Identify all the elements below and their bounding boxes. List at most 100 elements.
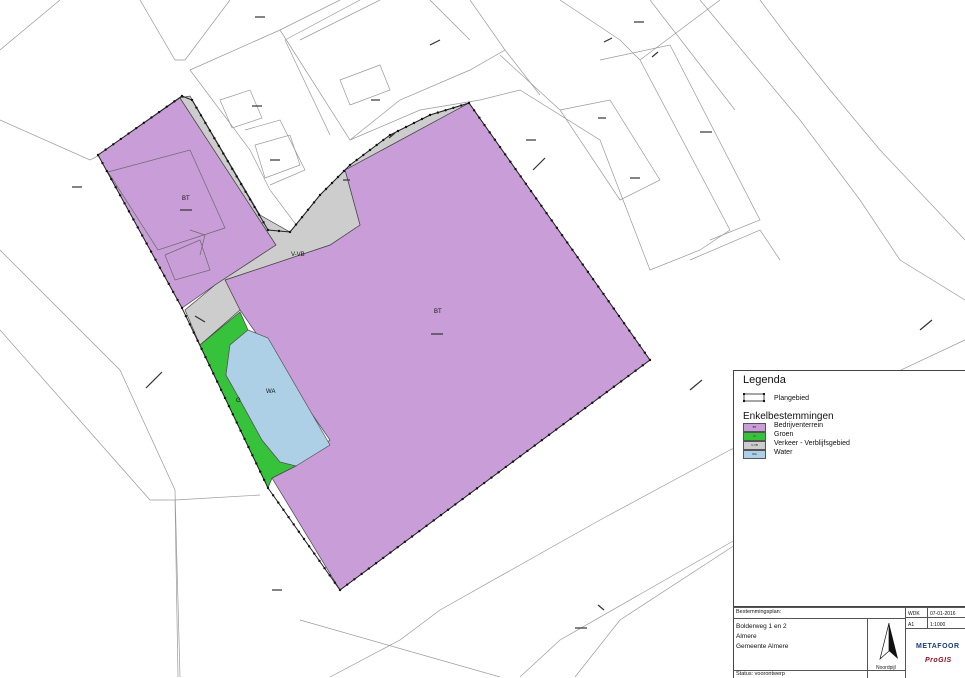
legend-item-label: Groen (774, 431, 794, 438)
boundary-vertex (136, 226, 139, 229)
boundary-vertex (483, 123, 486, 127)
boundary-vertex (114, 186, 117, 189)
legend-item-label: Bedrijventerrein (774, 422, 824, 429)
boundary-vertex (633, 336, 636, 340)
boundary-vertex (223, 396, 227, 400)
boundary-vertex (96, 153, 100, 157)
boundary-vertex (576, 256, 579, 259)
boundary-vertex (597, 285, 600, 288)
boundary-vertex (612, 307, 615, 310)
boundary-vertex (586, 270, 590, 274)
boundary-vertex (213, 137, 216, 140)
boundary-vertex (288, 230, 292, 234)
date-value: 07-01-2016 (930, 611, 956, 617)
boundary-vertex (355, 158, 358, 162)
boundary-vertex (255, 462, 258, 465)
boundary-vertex (199, 114, 203, 117)
boundary-vertex (180, 306, 184, 310)
scale-value: 1:1000 (930, 622, 946, 628)
boundary-vertex (204, 121, 207, 125)
boundary-vertex (158, 266, 162, 269)
boundary-vertex (118, 194, 122, 197)
boundary-vertex (173, 100, 176, 103)
boundary-vertex (190, 98, 194, 102)
boundary-vertex (247, 445, 250, 449)
boundary-vertex (382, 138, 385, 142)
boundary-vertex (627, 374, 630, 378)
boundary-vertex (529, 189, 533, 193)
boundary-vertex (154, 258, 157, 261)
boundary-vertex (482, 481, 486, 485)
boundary-vertex (576, 412, 580, 415)
boundary-vertex (217, 144, 221, 148)
boundary-vertex (149, 250, 153, 253)
boundary-vertex (282, 508, 285, 512)
plan-name-line2: Almere (736, 633, 757, 640)
boundary-vertex (110, 177, 113, 181)
boundary-vertex (226, 159, 229, 163)
boundary-vertex (638, 344, 641, 347)
boundary-vertex (277, 229, 281, 233)
boundary-vertex (328, 574, 331, 577)
boundary-vertex (235, 175, 238, 178)
boundary-vertex (277, 501, 280, 504)
title-block: Bestemmingsplan: Bolderweg 1 en 2 Almere… (733, 606, 965, 678)
legend-title: Legenda (743, 374, 786, 386)
boundary-vertex (643, 351, 647, 354)
boundary-vertex (368, 148, 372, 152)
boundary-vertex (454, 503, 457, 506)
boundary-vertex (478, 116, 481, 119)
boundary-vertex (475, 487, 479, 490)
boundary-vertex (292, 523, 295, 526)
boundary-vertex (362, 153, 365, 157)
boundary-vertex (404, 125, 408, 129)
boundary-vertex (231, 413, 235, 416)
boundary-vertex (192, 331, 195, 334)
boundary-vertex (526, 449, 529, 453)
boundary-vertex (353, 578, 356, 581)
boundary-vertex (439, 513, 443, 517)
boundary-vertex (251, 454, 254, 457)
plan-status: Status: voorontwerp (736, 671, 785, 677)
boundary-vertex (208, 129, 212, 132)
boundary-vertex (176, 298, 179, 302)
boundary-vertex (132, 218, 135, 221)
boundary-vertex (171, 290, 175, 294)
boundary-vertex (231, 167, 234, 171)
boundary-vertex (312, 201, 316, 204)
boundary-vertex (127, 132, 130, 135)
label-verkeer: V-VB (291, 252, 305, 258)
boundary-vertex (348, 163, 352, 167)
boundary-vertex (360, 572, 363, 576)
boundary-vertex (253, 205, 256, 209)
boundary-vertex (540, 439, 544, 442)
boundary-vertex (157, 110, 161, 114)
boundary-vertex (547, 433, 551, 437)
boundary-vertex (258, 470, 262, 473)
boundary-vertex (346, 583, 349, 586)
boundary-vertex (222, 152, 225, 155)
boundary-vertex (204, 355, 207, 359)
boundary-vertex (509, 160, 512, 163)
boundary-vertex (300, 216, 304, 219)
boundary-vertex (297, 530, 301, 533)
plan-name-line3: Gemeente Almere (736, 643, 789, 650)
boundary-vertex (562, 422, 565, 426)
swatch-groen: G (743, 432, 766, 441)
boundary-vertex (545, 211, 548, 215)
boundary-vertex (318, 559, 321, 563)
boundary-vertex (425, 524, 428, 528)
boundary-vertex (165, 105, 168, 108)
boundary-vertex (598, 396, 601, 399)
boundary-vertex (535, 197, 538, 200)
gez-value: WDK (908, 611, 920, 617)
boundary-vertex (460, 104, 463, 107)
swatch-water: WA (743, 450, 766, 459)
boundary-vertex (287, 515, 290, 519)
boundary-vertex (569, 417, 572, 421)
plan-header: Bestemmingsplan: (736, 609, 782, 615)
boundary-vertex (235, 421, 238, 424)
boundary-vertex (396, 129, 400, 133)
boundary-vertex (581, 263, 584, 266)
boundary-vertex (467, 101, 471, 105)
